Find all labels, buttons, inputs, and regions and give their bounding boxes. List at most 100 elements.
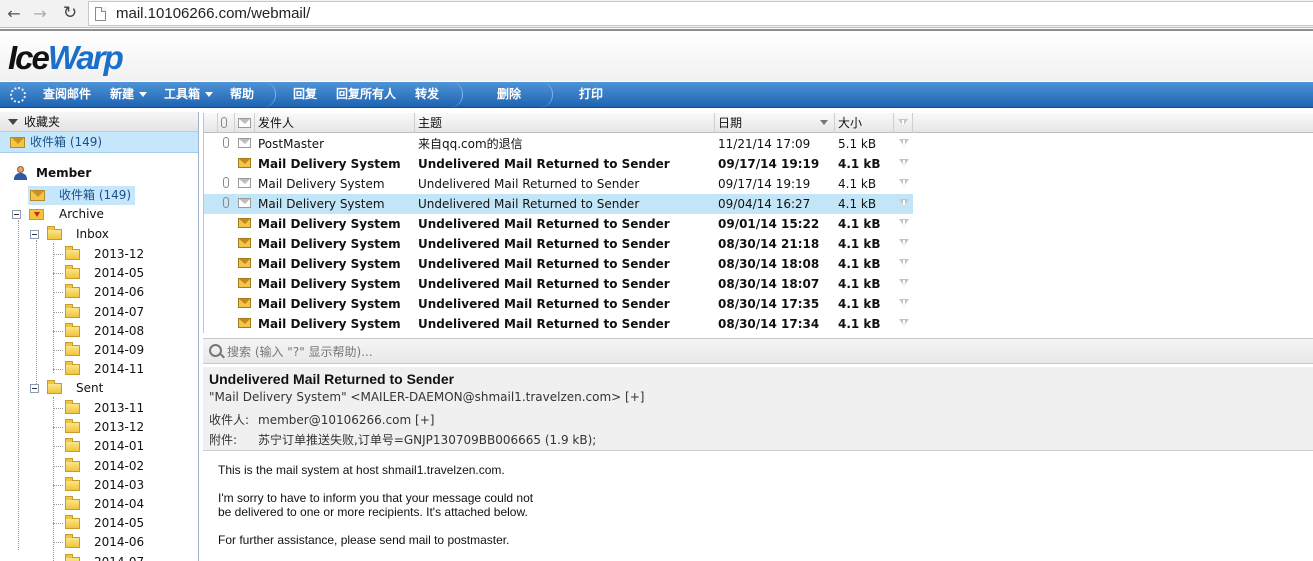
tools-menu-button[interactable]: 工具箱	[164, 82, 214, 107]
flag-icon[interactable]	[899, 159, 909, 166]
sidebar-folder-item[interactable]: 2013-12	[53, 245, 144, 264]
flag-icon[interactable]	[899, 239, 909, 246]
column-date[interactable]: 日期	[715, 113, 835, 133]
chevron-down-icon	[205, 92, 214, 97]
tree-line	[53, 254, 63, 255]
reload-icon[interactable]: ↻	[60, 3, 80, 23]
message-date: 09/17/14 19:19	[718, 157, 820, 171]
sidebar-item-archive-inbox[interactable]: Inbox	[30, 225, 109, 244]
member-account[interactable]: Member	[0, 163, 91, 183]
column-flag[interactable]	[894, 113, 913, 133]
sidebar-folder-item[interactable]: 2014-01	[53, 437, 144, 456]
sidebar-item-inbox[interactable]: 收件箱 (149)	[28, 186, 136, 205]
flag-icon[interactable]	[899, 199, 909, 206]
flag-icon[interactable]	[899, 179, 909, 186]
paperclip-icon	[223, 197, 229, 208]
help-button[interactable]: 帮助	[230, 82, 254, 107]
message-row[interactable]: Mail Delivery System Undelivered Mail Ret…	[204, 314, 913, 333]
sidebar-folder-item[interactable]: 2014-07	[53, 303, 144, 322]
message-row[interactable]: Mail Delivery System Undelivered Mail Ret…	[204, 154, 913, 174]
message-subject: Undelivered Mail Returned to Sender	[418, 257, 670, 271]
sidebar-folder-item[interactable]: 2014-04	[53, 495, 144, 514]
message-row[interactable]: Mail Delivery System Undelivered Mail Ret…	[204, 174, 913, 194]
sidebar-folder-item[interactable]: 2013-12	[53, 418, 144, 437]
message-size: 4.1 kB	[838, 317, 881, 331]
message-size: 4.1 kB	[838, 237, 881, 251]
collapse-triangle-icon[interactable]	[8, 119, 18, 125]
sort-descending-icon	[820, 120, 828, 125]
search-input[interactable]	[227, 343, 827, 360]
new-menu-button[interactable]: 新建	[110, 82, 148, 107]
gear-icon[interactable]	[10, 87, 26, 103]
favorites-header[interactable]: 收藏夹	[0, 112, 198, 132]
sidebar-folder-item[interactable]: 2014-05	[53, 264, 144, 283]
message-row[interactable]: Mail Delivery System Undelivered Mail Ret…	[204, 294, 913, 314]
column-size[interactable]: 大小	[835, 113, 894, 133]
reply-button[interactable]: 回复	[293, 82, 317, 107]
main-toolbar: 查阅邮件 新建 工具箱 帮助 回复 回复所有人 转发 删除 打印	[0, 82, 1313, 108]
message-row[interactable]: Mail Delivery System Undelivered Mail Ret…	[204, 234, 913, 254]
collapse-toggle-icon[interactable]	[30, 230, 39, 239]
read-envelope-icon	[238, 198, 251, 208]
tree-line	[53, 484, 63, 486]
sidebar-folder-item[interactable]: 2013-11	[53, 399, 144, 418]
forward-button[interactable]: 转发	[415, 82, 439, 107]
reply-all-button[interactable]: 回复所有人	[336, 82, 396, 107]
sidebar-folder-item[interactable]: 2014-03	[53, 476, 144, 495]
tree-line	[53, 369, 63, 371]
message-list-header: 发件人 主题 日期 大小	[204, 113, 1313, 133]
favorite-inbox-label: 收件箱 (149)	[30, 135, 103, 149]
message-date: 08/30/14 17:34	[718, 317, 820, 331]
back-arrow-icon[interactable]: ←	[4, 3, 24, 23]
preview-from[interactable]: "Mail Delivery System" <MAILER-DAEMON@sh…	[209, 390, 644, 404]
column-subject[interactable]: 主题	[415, 113, 715, 133]
collapse-toggle-icon[interactable]	[30, 384, 39, 393]
forward-arrow-icon[interactable]: →	[30, 3, 50, 23]
address-bar[interactable]: mail.10106266.com/webmail/	[88, 1, 1313, 26]
sidebar-item-archive[interactable]: Archive	[12, 205, 104, 224]
column-priority[interactable]	[204, 113, 218, 133]
column-status[interactable]	[235, 113, 255, 133]
message-sender: Mail Delivery System	[258, 237, 401, 251]
favorite-inbox-item[interactable]: 收件箱 (149)	[0, 132, 198, 153]
sidebar-folder-item[interactable]: 2014-09	[53, 341, 144, 360]
sidebar-item-sent[interactable]: Sent	[30, 379, 103, 398]
print-button[interactable]: 打印	[579, 82, 603, 107]
flag-icon[interactable]	[899, 279, 909, 286]
page-icon	[95, 7, 106, 21]
message-row[interactable]: PostMaster 来自qq.com的退信 11/21/14 17:09 5.1 k…	[204, 134, 913, 154]
sidebar-folder-item[interactable]: 2014-07	[53, 553, 144, 561]
folder-icon	[65, 246, 80, 260]
sidebar-folder-item[interactable]: 2014-06	[53, 283, 144, 302]
message-row[interactable]: Mail Delivery System Undelivered Mail Ret…	[204, 194, 913, 214]
message-row[interactable]: Mail Delivery System Undelivered Mail Ret…	[204, 274, 913, 294]
flag-icon[interactable]	[899, 139, 909, 146]
sidebar-folder-item[interactable]: 2014-08	[53, 322, 144, 341]
to-value[interactable]: member@10106266.com [+]	[258, 413, 434, 427]
attachment-link[interactable]: 苏宁订单推送失败,订单号=GNJP130709BB006665 (1.9 kB)…	[258, 433, 596, 447]
message-row[interactable]: Mail Delivery System Undelivered Mail Ret…	[204, 254, 913, 274]
sidebar-folder-item[interactable]: 2014-05	[53, 514, 144, 533]
flag-icon[interactable]	[899, 259, 909, 266]
delete-button[interactable]: 删除	[497, 82, 521, 107]
toolbar-divider	[536, 82, 554, 107]
column-sender[interactable]: 发件人	[255, 113, 415, 133]
column-attachment[interactable]	[218, 113, 235, 133]
tree-line	[53, 273, 63, 275]
message-row[interactable]: Mail Delivery System Undelivered Mail Ret…	[204, 214, 913, 234]
unread-envelope-icon	[238, 218, 251, 228]
search-icon[interactable]	[209, 344, 222, 357]
flag-icon[interactable]	[899, 219, 909, 226]
envelope-icon	[238, 118, 251, 128]
sidebar-folder-item[interactable]: 2014-11	[53, 360, 144, 379]
collapse-toggle-icon[interactable]	[12, 210, 21, 219]
unread-envelope-icon	[238, 278, 251, 288]
flag-icon[interactable]	[899, 319, 909, 326]
message-size: 4.1 kB	[838, 297, 881, 311]
body-paragraph: This is the mail system at host shmail1.…	[218, 463, 505, 477]
sidebar-folder-item[interactable]: 2014-06	[53, 533, 144, 552]
tree-line	[18, 220, 19, 550]
sidebar-folder-item[interactable]: 2014-02	[53, 457, 144, 476]
flag-icon[interactable]	[899, 299, 909, 306]
read-mail-button[interactable]: 查阅邮件	[43, 82, 91, 107]
